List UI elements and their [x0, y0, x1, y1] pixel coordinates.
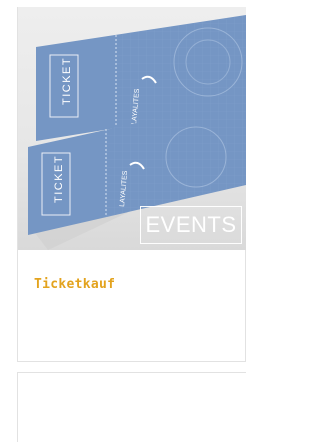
svg-text:TICKET: TICKET — [61, 57, 73, 105]
event-image-link[interactable]: TICKET LAYALITES TICKET LAYALITES EVENTS — [18, 7, 246, 250]
events-badge: EVENTS — [140, 206, 242, 244]
card-title-link[interactable]: Ticketkauf — [34, 277, 115, 292]
event-card[interactable]: TICKET LAYALITES TICKET LAYALITES EVENTS… — [17, 7, 246, 362]
next-card — [17, 372, 246, 442]
svg-text:TICKET: TICKET — [53, 155, 65, 203]
